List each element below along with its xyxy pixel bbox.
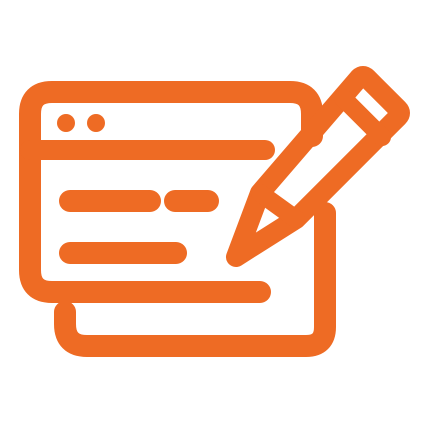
pencil-band <box>334 89 391 146</box>
edit-document-icon <box>19 66 410 357</box>
window-dot-1 <box>57 114 75 132</box>
icon-canvas <box>0 0 433 433</box>
pencil-tip-edge <box>251 184 305 228</box>
window-dot-2 <box>87 114 105 132</box>
